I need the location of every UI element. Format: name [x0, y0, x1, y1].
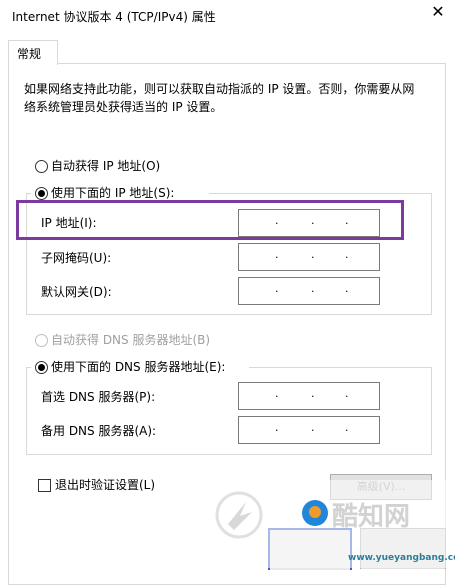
auto-dns-radio[interactable] — [35, 334, 48, 347]
watermark-text: 酷知网 — [332, 502, 411, 532]
manual-dns-radio[interactable] — [35, 361, 48, 374]
manual-dns-label[interactable]: 使用下面的 DNS 服务器地址(E): — [51, 358, 225, 375]
validate-checkbox-label[interactable]: 退出时验证设置(L) — [55, 476, 155, 493]
auto-ip-label[interactable]: 自动获得 IP 地址(O) — [51, 157, 160, 174]
alternate-dns-input[interactable]: . . . — [238, 416, 380, 444]
auto-ip-radio[interactable] — [35, 160, 48, 173]
default-gateway-input[interactable]: . . . — [238, 277, 380, 305]
tab-general-label: 常规 — [17, 47, 42, 61]
description-text: 如果网络支持此功能，则可以获取自动指派的 IP 设置。否则，你需要从网络系统管理… — [24, 82, 415, 114]
window-title: Internet 协议版本 4 (TCP/IPv4) 属性 — [12, 10, 216, 24]
preferred-dns-label: 首选 DNS 服务器(P): — [41, 390, 156, 404]
subnet-mask-label: 子网掩码(U): — [41, 251, 112, 265]
default-gateway-label: 默认网关(D): — [41, 285, 112, 299]
validate-checkbox[interactable] — [38, 479, 51, 492]
ip-address-highlight — [16, 200, 404, 240]
subnet-mask-input[interactable]: . . . — [238, 243, 380, 271]
close-icon[interactable]: ✕ — [428, 2, 448, 22]
manual-ip-radio[interactable] — [35, 187, 48, 200]
manual-ip-label[interactable]: 使用下面的 IP 地址(S): — [51, 184, 174, 201]
watermark-badge-icon — [302, 500, 328, 526]
watermark-url: www.yueyangbang.com — [348, 553, 455, 563]
alternate-dns-label: 备用 DNS 服务器(A): — [41, 424, 157, 438]
tab-general[interactable]: 常规 — [8, 40, 58, 65]
watermark-logo-icon — [215, 491, 263, 539]
preferred-dns-input[interactable]: . . . — [238, 382, 380, 410]
auto-dns-label[interactable]: 自动获得 DNS 服务器地址(B) — [51, 331, 210, 348]
